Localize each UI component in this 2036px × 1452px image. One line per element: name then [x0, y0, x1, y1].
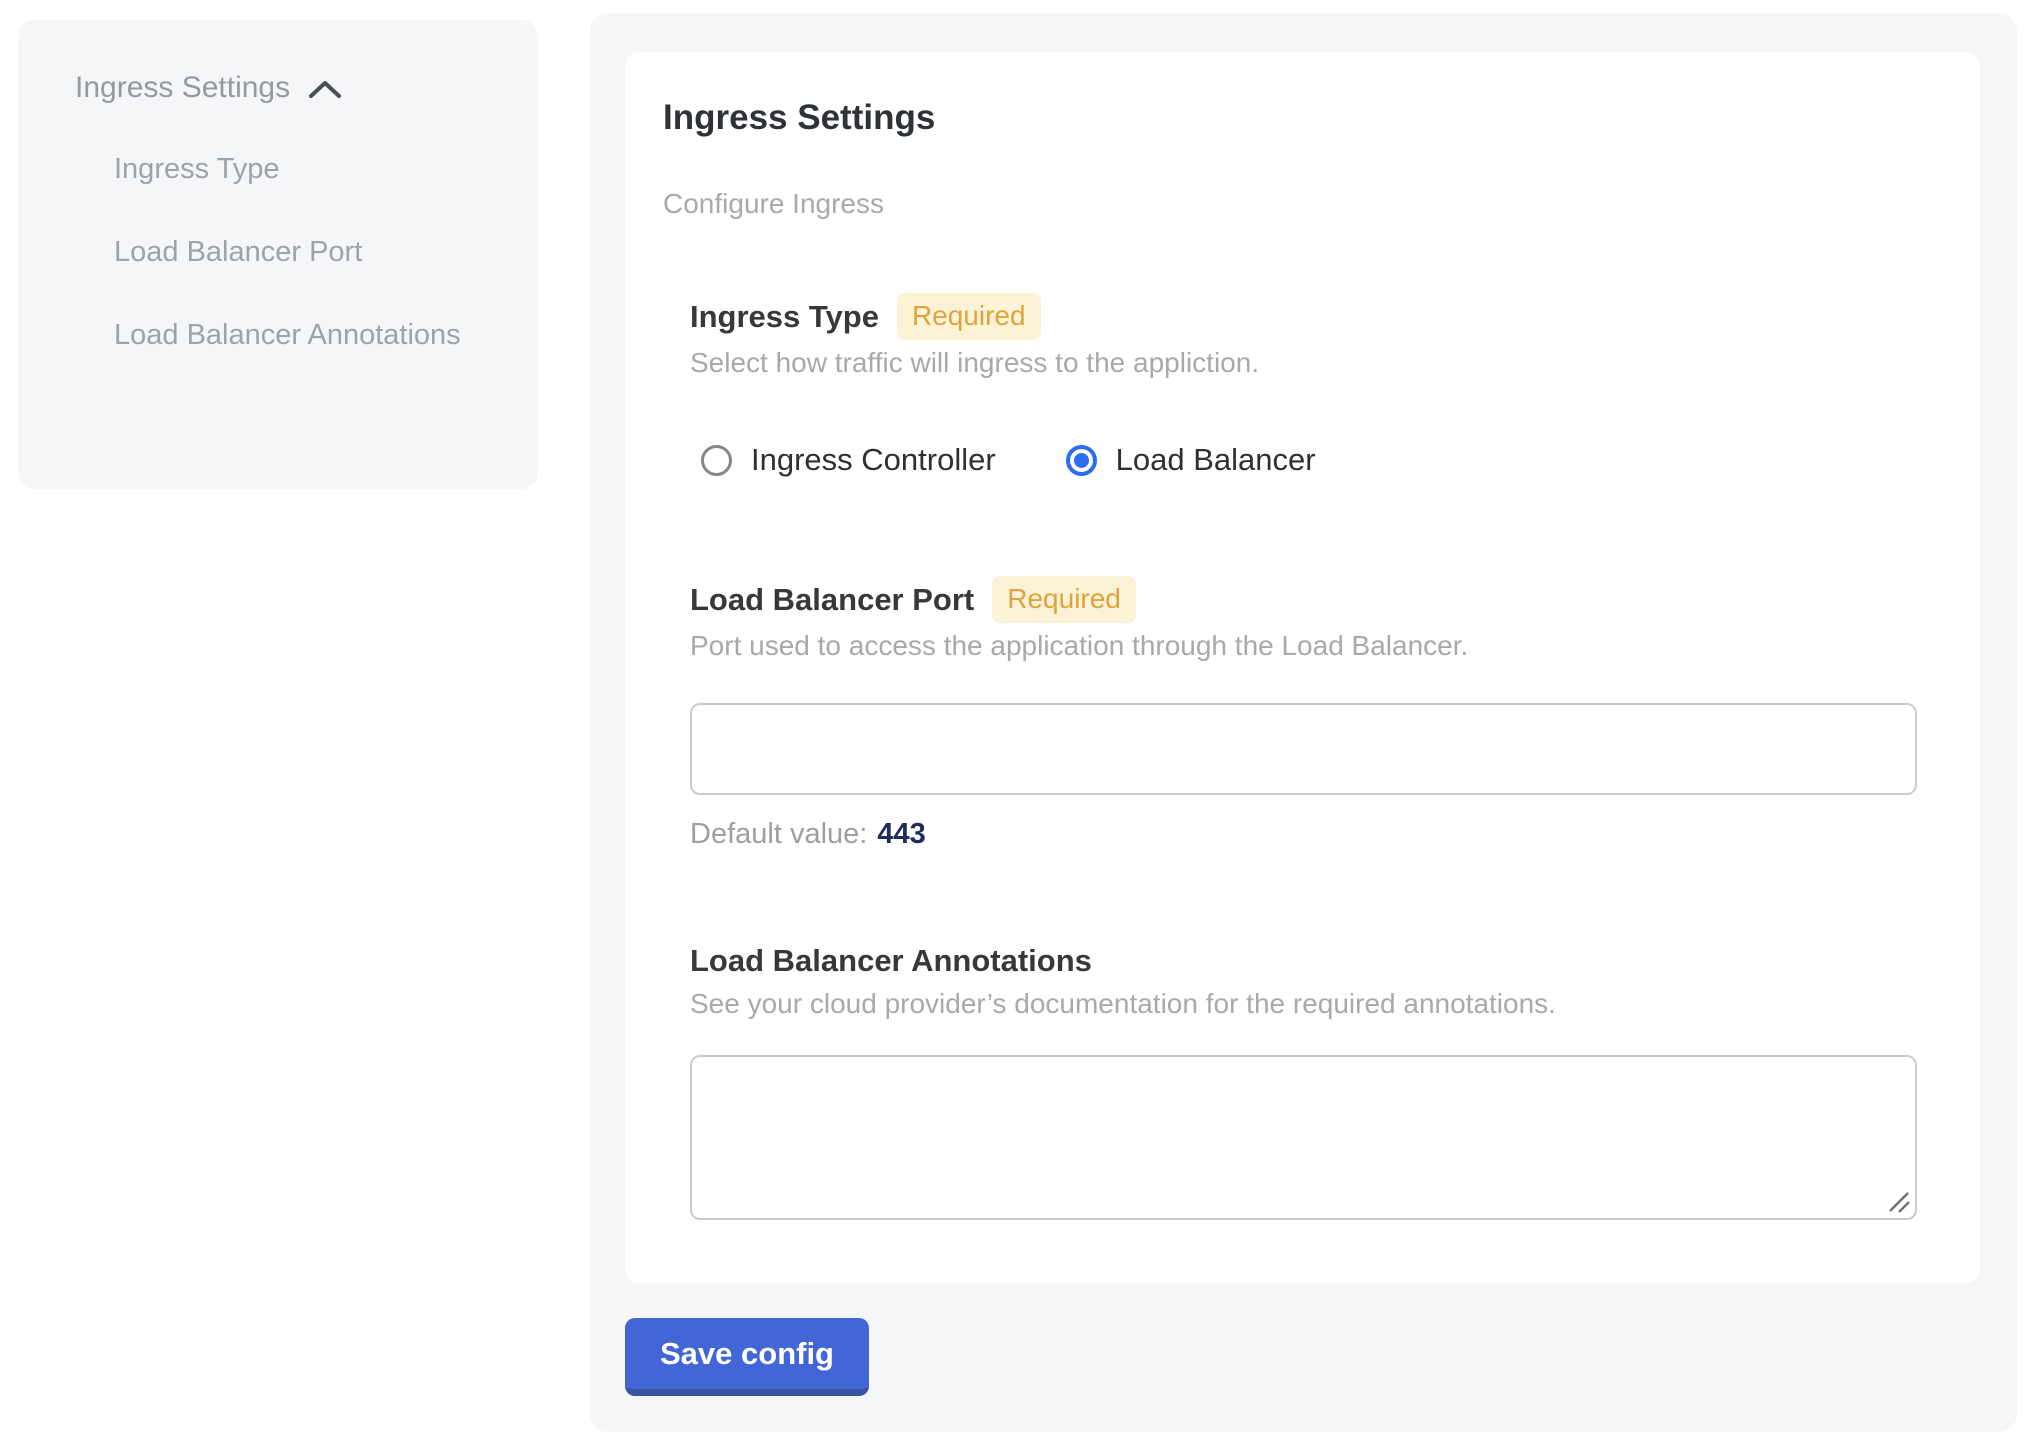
sidebar-item-list: Ingress Type Load Balancer Port Load Bal… [57, 142, 498, 363]
save-config-button[interactable]: Save config [625, 1318, 869, 1396]
default-value: 443 [877, 818, 925, 850]
lb-port-label: Load Balancer Port [690, 580, 974, 620]
radio-option-load-balancer[interactable]: Load Balancer [1066, 442, 1316, 478]
sidebar-group-label: Ingress Settings [75, 70, 290, 106]
radio-icon[interactable] [1066, 445, 1097, 476]
lb-port-description: Port used to access the application thro… [690, 629, 1917, 663]
default-value-row: Default value: 443 [690, 817, 1917, 851]
default-value-label: Default value: [690, 818, 867, 850]
required-badge: Required [897, 293, 1041, 340]
ingress-type-description: Select how traffic will ingress to the a… [690, 346, 1917, 380]
page-title: Ingress Settings [663, 97, 1942, 139]
section-load-balancer-annotations: Load Balancer Annotations See your cloud… [690, 941, 1917, 1220]
load-balancer-port-input[interactable] [690, 703, 1917, 795]
sidebar-item-load-balancer-annotations[interactable]: Load Balancer Annotations [57, 308, 498, 363]
settings-sidebar: Ingress Settings Ingress Type Load Balan… [18, 20, 538, 489]
ingress-type-radio-group: Ingress Controller Load Balancer [690, 442, 1917, 478]
radio-label: Load Balancer [1116, 442, 1316, 478]
radio-label: Ingress Controller [751, 442, 996, 478]
chevron-up-icon [308, 80, 342, 100]
sidebar-group-ingress-settings[interactable]: Ingress Settings [57, 70, 498, 106]
lb-annotations-description: See your cloud provider’s documentation … [690, 987, 1917, 1021]
main-panel: Ingress Settings Configure Ingress Ingre… [590, 13, 2017, 1432]
ingress-settings-card: Ingress Settings Configure Ingress Ingre… [625, 52, 1980, 1283]
section-ingress-type: Ingress Type Required Select how traffic… [690, 293, 1917, 478]
sidebar-item-ingress-type[interactable]: Ingress Type [57, 142, 498, 197]
page-subtitle: Configure Ingress [663, 187, 1942, 221]
required-badge: Required [992, 576, 1136, 623]
sidebar-item-load-balancer-port[interactable]: Load Balancer Port [57, 225, 498, 280]
section-load-balancer-port: Load Balancer Port Required Port used to… [690, 576, 1917, 851]
lb-annotations-label: Load Balancer Annotations [690, 941, 1092, 981]
settings-sections: Ingress Type Required Select how traffic… [690, 293, 1917, 1220]
ingress-type-label: Ingress Type [690, 297, 879, 337]
load-balancer-annotations-textarea[interactable] [690, 1055, 1917, 1220]
radio-option-ingress-controller[interactable]: Ingress Controller [701, 442, 996, 478]
radio-icon[interactable] [701, 445, 732, 476]
